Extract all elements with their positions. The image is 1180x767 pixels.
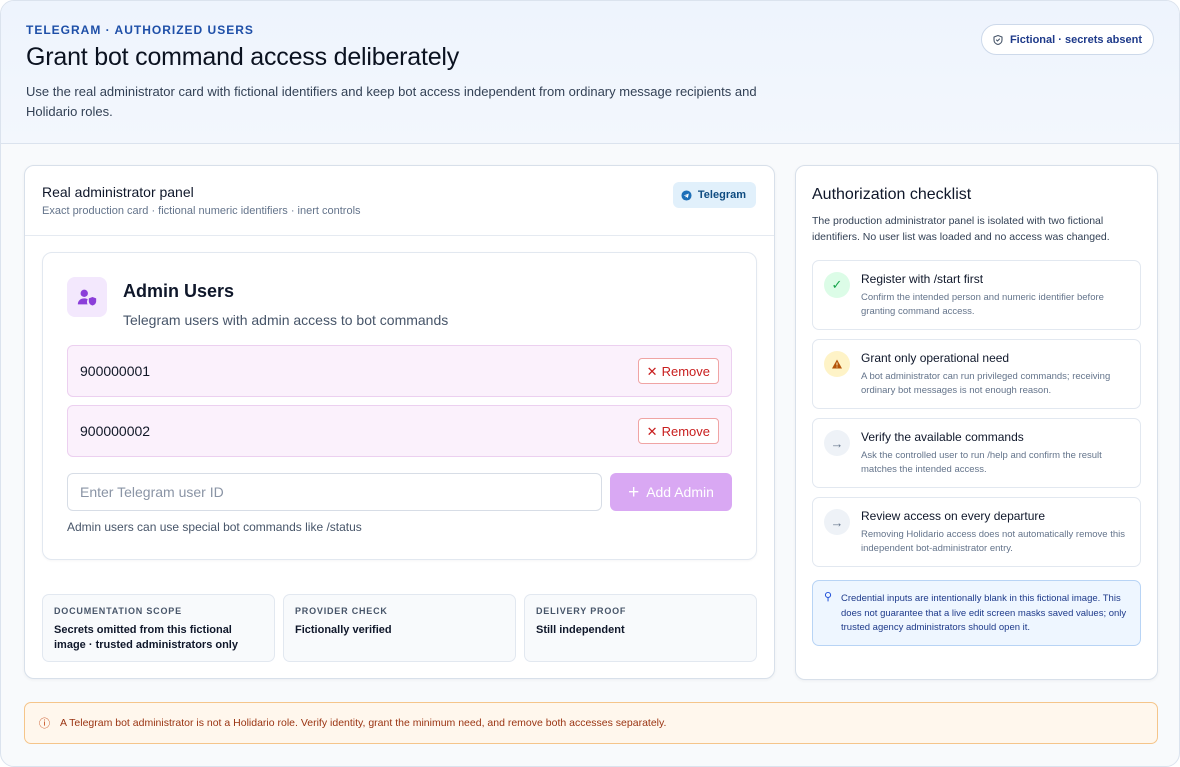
check-icon: ✓ [824, 272, 850, 298]
checklist-item-detail: A bot administrator can run privileged c… [861, 371, 1111, 396]
checklist-item-detail: Ask the controlled user to run /help and… [861, 450, 1102, 475]
page-title: Grant bot command access deliberately [26, 43, 460, 71]
page-frame: TELEGRAM · AUTHORIZED USERS Grant bot co… [0, 0, 1180, 767]
key-icon: ⚲ [824, 591, 833, 603]
admin-user-id: 900000001 [80, 363, 151, 379]
add-admin-button[interactable]: + Add Admin [610, 473, 732, 511]
credential-note: ⚲ Credential inputs are intentionally bl… [812, 580, 1141, 646]
arrow-right-icon: → [824, 509, 850, 535]
user-shield-icon [67, 277, 107, 317]
footer-warning: ⓘ A Telegram bot administrator is not a … [24, 702, 1158, 744]
stat-delivery-proof: DELIVERY PROOF Still independent [524, 594, 757, 662]
admin-users-title: Admin Users [123, 281, 235, 301]
checklist-item-title: Register with /start first [861, 272, 984, 286]
checklist-item: → Verify the available commands Ask the … [812, 418, 1141, 488]
warning-icon [824, 351, 850, 377]
shield-icon [993, 34, 1003, 45]
checklist-item: → Review access on every departure Remov… [812, 497, 1141, 567]
admin-users-subtitle: Telegram users with admin access to bot … [123, 312, 449, 328]
info-icon: ⓘ [39, 718, 50, 730]
admin-card-subtitle: Exact production card · fictional numeri… [42, 205, 361, 217]
close-icon: ✕ [646, 363, 658, 379]
admin-user-row: 900000002 ✕ Remove [67, 405, 732, 457]
admin-user-row: 900000001 ✕ Remove [67, 345, 732, 397]
stat-label: DOCUMENTATION SCOPE [54, 606, 182, 616]
page-description: Use the real administrator card with fic… [26, 84, 757, 119]
checklist-item-title: Review access on every departure [861, 509, 1046, 523]
stat-documentation-scope: DOCUMENTATION SCOPE Secrets omitted from… [42, 594, 275, 662]
stat-provider-check: PROVIDER CHECK Fictionally verified [283, 594, 516, 662]
admin-card-header: Real administrator panel Exact productio… [25, 166, 774, 236]
remove-admin-button[interactable]: ✕ Remove [637, 418, 719, 444]
stat-label: DELIVERY PROOF [536, 606, 627, 616]
stat-value: Secrets omitted from this fictional imag… [54, 624, 238, 651]
fictional-badge-label: Fictional · secrets absent [1009, 33, 1142, 46]
stat-label: PROVIDER CHECK [295, 606, 388, 616]
admin-hint: Admin users can use special bot commands… [67, 520, 362, 534]
telegram-badge: Telegram [672, 182, 756, 208]
page-header: TELEGRAM · AUTHORIZED USERS Grant bot co… [1, 1, 1179, 144]
checklist-item: ✓ Register with /start first Confirm the… [812, 260, 1141, 330]
admin-card: Real administrator panel Exact productio… [24, 165, 775, 679]
add-admin-label: Add Admin [646, 484, 714, 500]
footer-warning-text: A Telegram bot administrator is not a Ho… [60, 717, 667, 729]
checklist-description: The production administrator panel is is… [812, 215, 1110, 243]
plus-icon: + [628, 481, 640, 503]
admin-card-title: Real administrator panel [42, 184, 194, 200]
telegram-user-id-input[interactable] [67, 473, 602, 511]
stat-value: Still independent [536, 624, 625, 636]
credential-note-text: Credential inputs are intentionally blan… [841, 593, 1127, 633]
arrow-right-icon: → [824, 430, 850, 456]
checklist-item-title: Verify the available commands [861, 430, 1024, 444]
telegram-icon [681, 189, 692, 201]
admin-users-panel: Admin Users Telegram users with admin ac… [42, 252, 757, 560]
checklist-item-detail: Confirm the intended person and numeric … [861, 292, 1104, 317]
stat-value: Fictionally verified [295, 624, 392, 636]
eyebrow: TELEGRAM · AUTHORIZED USERS [26, 23, 254, 37]
fictional-badge: Fictional · secrets absent [980, 24, 1154, 55]
checklist-item: Grant only operational need A bot admini… [812, 339, 1141, 409]
remove-admin-label: Remove [661, 423, 710, 439]
remove-admin-button[interactable]: ✕ Remove [637, 358, 719, 384]
checklist-card: Authorization checklist The production a… [795, 165, 1158, 680]
remove-admin-label: Remove [661, 363, 710, 379]
admin-user-id: 900000002 [80, 423, 151, 439]
telegram-badge-label: Telegram [697, 189, 746, 201]
close-icon: ✕ [646, 423, 658, 439]
checklist-item-detail: Removing Holidario access does not autom… [861, 529, 1126, 554]
checklist-title: Authorization checklist [812, 186, 972, 203]
checklist-item-title: Grant only operational need [861, 351, 1010, 365]
